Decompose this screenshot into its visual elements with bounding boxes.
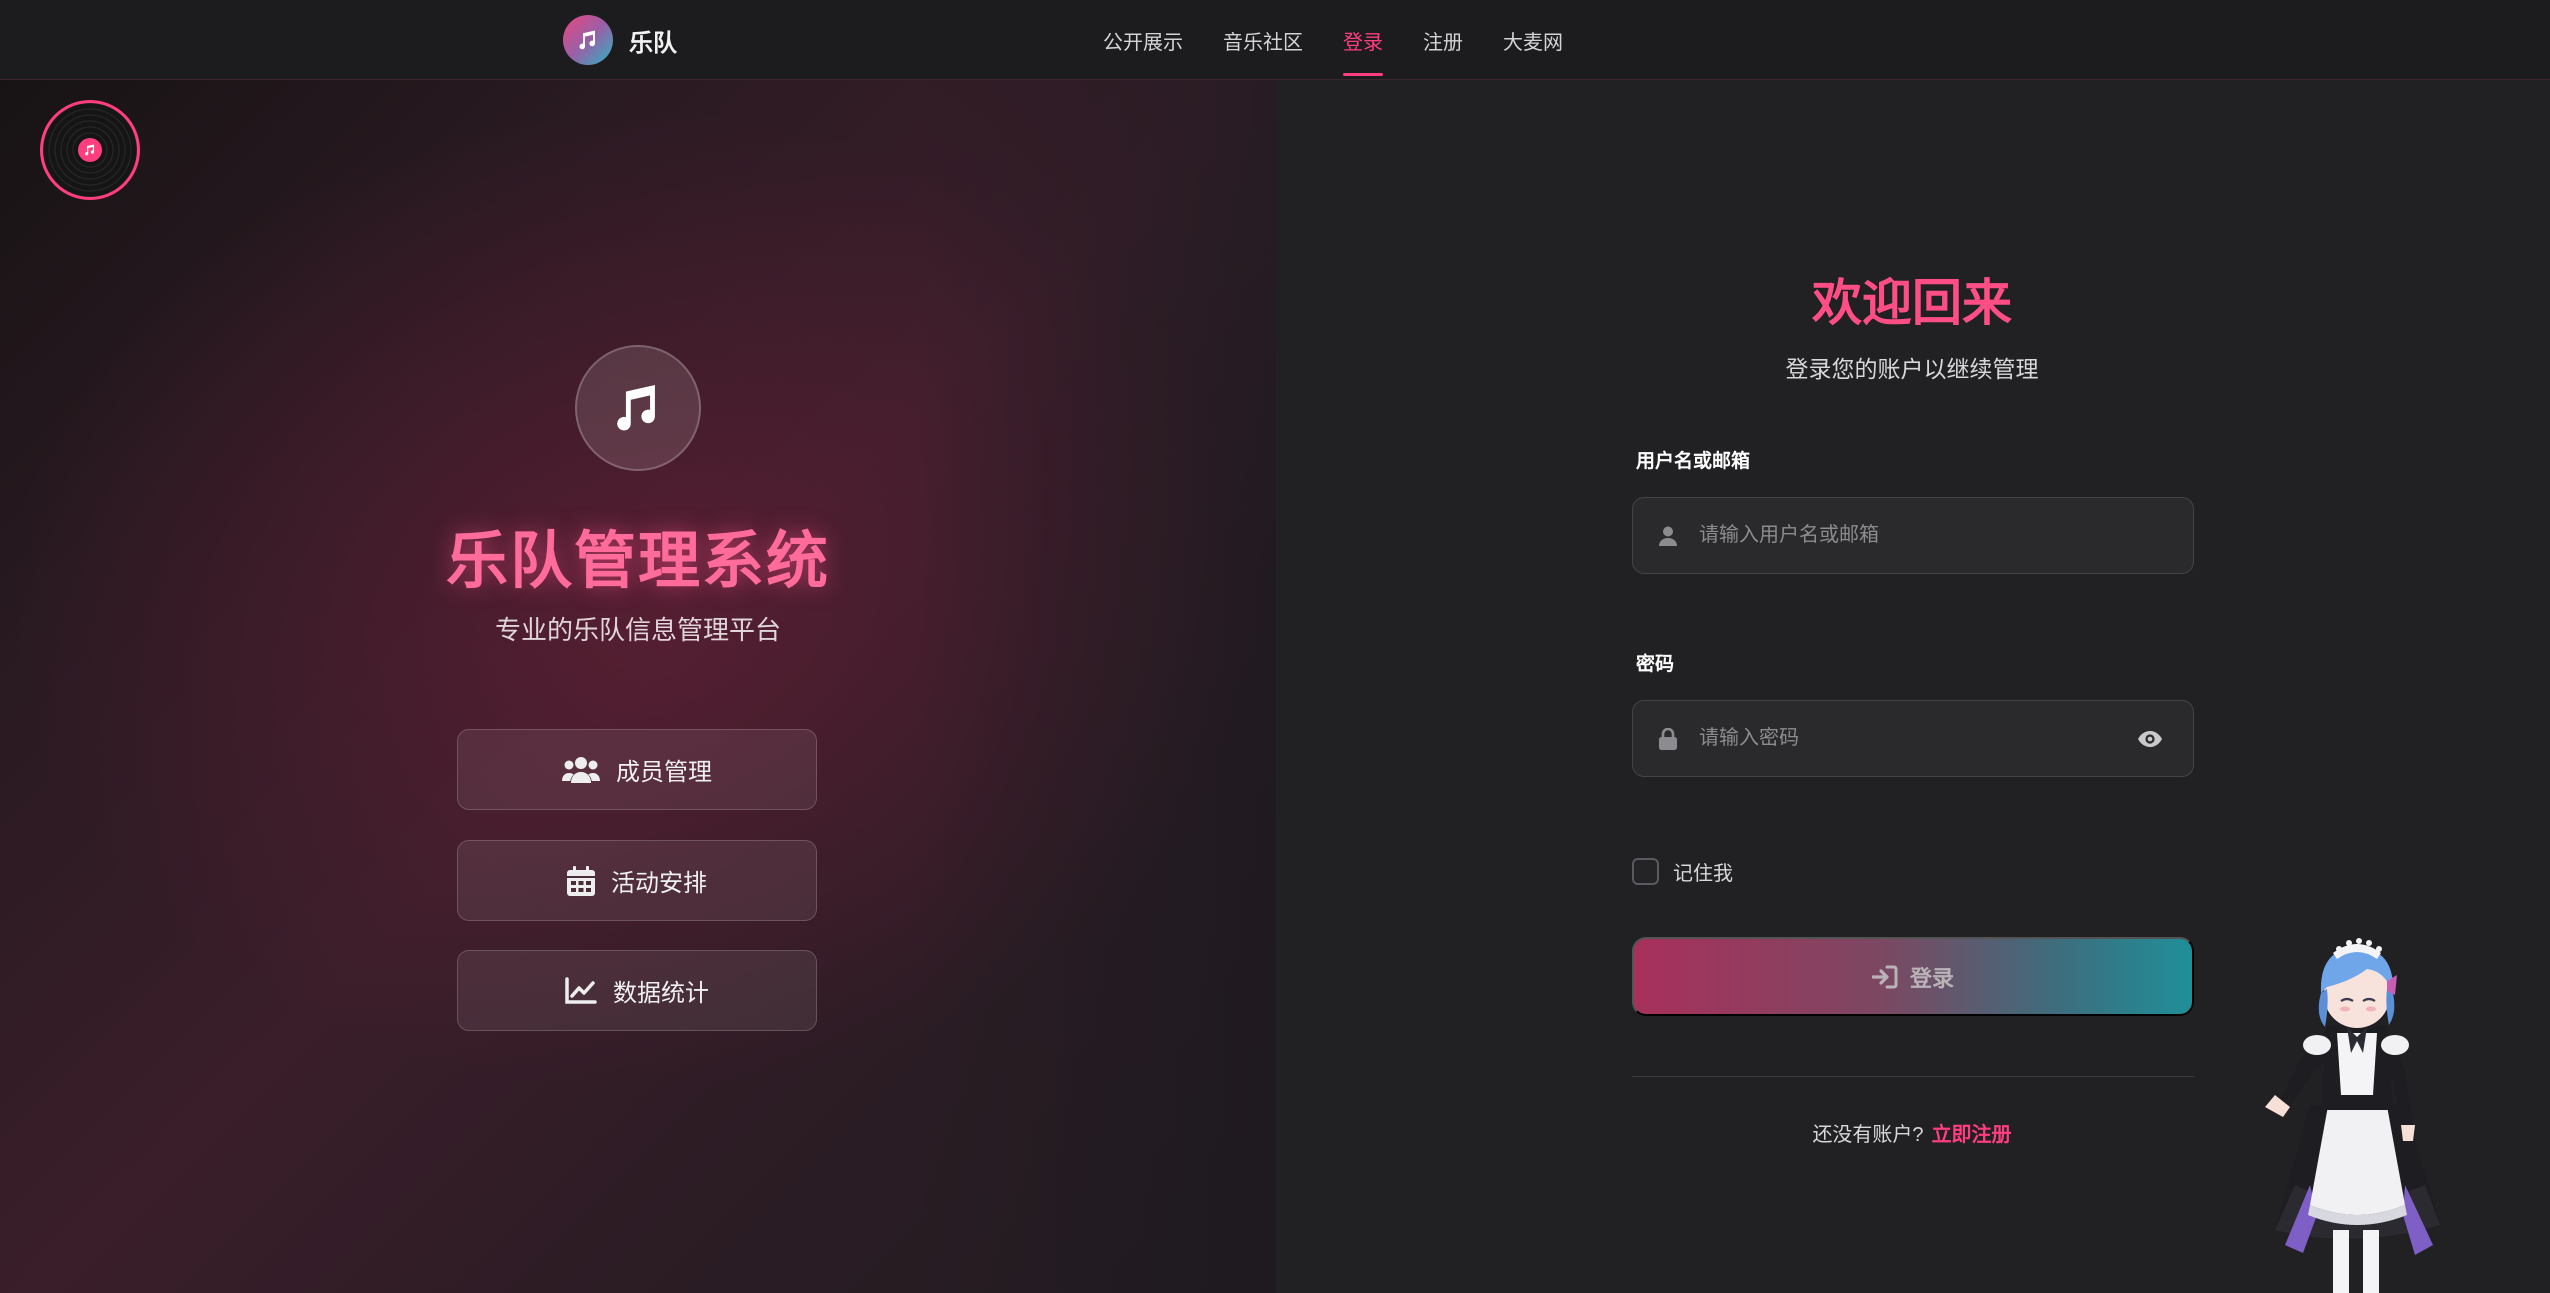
login-title: 欢迎回来 (1812, 275, 2012, 331)
register-prompt-row: 还没有账户? 立即注册 (1631, 1118, 2193, 1147)
brand[interactable]: 乐队 (563, 15, 677, 65)
main-nav: 公开展示 音乐社区 登录 注册 大麦网 (1103, 0, 1603, 80)
calendar-icon (567, 865, 595, 896)
feature-member-management[interactable]: 成员管理 (457, 729, 817, 810)
nav-item-public-showcase[interactable]: 公开展示 (1103, 0, 1183, 80)
music-note-icon (78, 138, 102, 162)
music-note-icon (575, 345, 701, 471)
username-input[interactable] (1699, 498, 2193, 573)
feature-data-statistics[interactable]: 数据统计 (457, 950, 817, 1031)
password-input[interactable] (1699, 701, 2135, 776)
hero-subtitle: 专业的乐队信息管理平台 (494, 615, 781, 645)
login-subtitle: 登录您的账户以继续管理 (1785, 356, 2039, 382)
hero-panel (0, 80, 1276, 1293)
remember-me-label[interactable]: 记住我 (1673, 857, 1733, 886)
feature-label: 成员管理 (616, 759, 712, 786)
users-icon (562, 756, 600, 783)
register-prompt: 还没有账户? (1812, 1124, 1924, 1146)
top-navbar: 乐队 公开展示 音乐社区 登录 注册 大麦网 (0, 0, 2550, 80)
nav-item-damai[interactable]: 大麦网 (1503, 0, 1563, 80)
mascot-character-illustration (2265, 938, 2440, 1293)
user-icon (1657, 526, 1679, 546)
login-button-label: 登录 (1909, 965, 1954, 991)
feature-label: 活动安排 (611, 870, 707, 897)
music-note-icon (563, 15, 613, 65)
brand-name: 乐队 (629, 29, 677, 57)
remember-me-checkbox[interactable] (1632, 857, 1659, 885)
feature-label: 数据统计 (613, 980, 709, 1007)
lock-icon (1657, 727, 1679, 750)
password-field-wrapper (1632, 700, 2194, 777)
nav-item-register[interactable]: 注册 (1423, 0, 1463, 80)
hero-title: 乐队管理系统 (445, 527, 830, 596)
password-label: 密码 (1636, 654, 1675, 675)
feature-event-schedule[interactable]: 活动安排 (457, 840, 817, 921)
nav-item-music-community[interactable]: 音乐社区 (1223, 0, 1303, 80)
eye-icon[interactable] (2135, 730, 2165, 748)
sign-in-icon (1871, 965, 1898, 988)
register-link[interactable]: 立即注册 (1932, 1124, 2012, 1146)
username-label: 用户名或邮箱 (1636, 451, 1751, 472)
divider (1632, 1076, 2194, 1077)
vinyl-record-icon[interactable] (40, 100, 140, 200)
login-button[interactable]: 登录 (1632, 937, 2194, 1016)
chart-line-icon (565, 976, 597, 1004)
username-field-wrapper (1632, 497, 2194, 574)
nav-item-login[interactable]: 登录 (1343, 0, 1383, 80)
remember-me-row: 记住我 (1632, 857, 1733, 885)
